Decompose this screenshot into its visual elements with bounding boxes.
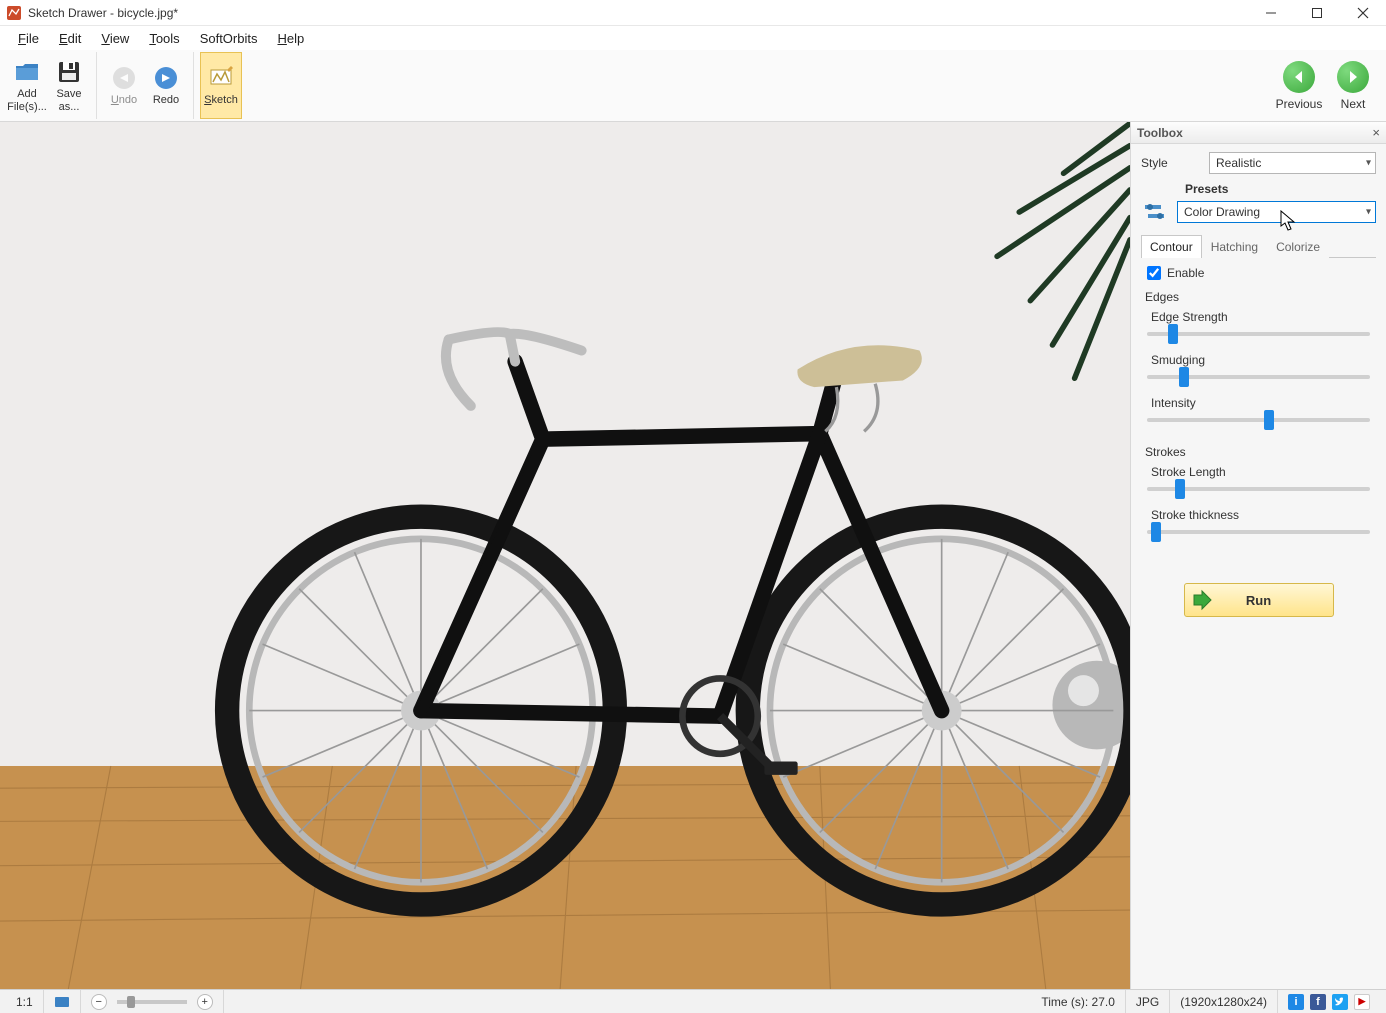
window-title: Sketch Drawer - bicycle.jpg* (28, 6, 1248, 20)
run-label: Run (1246, 593, 1271, 608)
statusbar: 1:1 − + Time (s): 27.0 JPG (1920x1280x24… (0, 989, 1386, 1013)
info-icon[interactable]: i (1288, 994, 1304, 1010)
add-files-label: Add File(s)... (7, 88, 47, 112)
smudging-label: Smudging (1151, 353, 1376, 367)
toolbox-header: Toolbox × (1131, 122, 1386, 144)
save-icon (55, 58, 83, 86)
undo-label: Undo (111, 94, 137, 106)
style-value: Realistic (1216, 156, 1261, 170)
titlebar: Sketch Drawer - bicycle.jpg* (0, 0, 1386, 26)
undo-button[interactable]: Undo (103, 52, 145, 119)
chevron-down-icon: ▾ (1366, 207, 1371, 218)
zoom-slider[interactable] (117, 1000, 187, 1004)
folder-add-icon (13, 58, 41, 86)
intensity-label: Intensity (1151, 396, 1376, 410)
save-as-label: Save as... (50, 88, 88, 112)
run-button[interactable]: Run (1184, 583, 1334, 617)
stroke-thickness-label: Stroke thickness (1151, 508, 1376, 522)
edge-strength-slider[interactable] (1147, 326, 1370, 342)
intensity-slider[interactable] (1147, 412, 1370, 428)
run-arrow-icon (1191, 589, 1213, 611)
edge-strength-label: Edge Strength (1151, 310, 1376, 324)
facebook-icon[interactable]: f (1310, 994, 1326, 1010)
add-files-button[interactable]: Add File(s)... (6, 52, 48, 119)
menu-softorbits[interactable]: SoftOrbits (190, 29, 268, 48)
toolbox-panel: Toolbox × Style Realistic ▾ Presets Colo… (1130, 122, 1386, 989)
next-icon (1337, 61, 1369, 93)
chevron-down-icon: ▾ (1366, 158, 1371, 169)
presets-icon (1141, 198, 1169, 226)
redo-label: Redo (153, 94, 179, 106)
sketch-icon (207, 64, 235, 92)
preset-value: Color Drawing (1184, 205, 1260, 219)
toolbar: Add File(s)... Save as... Undo Redo (0, 50, 1386, 122)
sketch-button[interactable]: Sketch (200, 52, 242, 119)
twitter-icon[interactable] (1332, 994, 1348, 1010)
menu-edit[interactable]: Edit (49, 29, 91, 48)
previous-icon (1283, 61, 1315, 93)
toolbox-title: Toolbox (1137, 126, 1183, 140)
toolbox-close-icon[interactable]: × (1372, 125, 1380, 140)
menubar: File Edit View Tools SoftOrbits Help (0, 26, 1386, 50)
previous-button[interactable]: Previous (1272, 52, 1326, 119)
maximize-button[interactable] (1294, 0, 1340, 26)
smudging-slider[interactable] (1147, 369, 1370, 385)
enable-label: Enable (1167, 266, 1204, 280)
fit-screen-button[interactable] (44, 990, 81, 1013)
menu-file[interactable]: File (8, 29, 49, 48)
edges-heading: Edges (1145, 290, 1376, 304)
preset-select[interactable]: Color Drawing ▾ (1177, 201, 1376, 223)
next-button[interactable]: Next (1326, 52, 1380, 119)
status-time: Time (s): 27.0 (1031, 990, 1126, 1013)
strokes-heading: Strokes (1145, 445, 1376, 459)
status-dimensions: (1920x1280x24) (1170, 990, 1278, 1013)
redo-icon (152, 64, 180, 92)
zoom-ratio[interactable]: 1:1 (6, 990, 44, 1013)
status-format: JPG (1126, 990, 1170, 1013)
style-label: Style (1141, 156, 1209, 170)
menu-view[interactable]: View (91, 29, 139, 48)
stroke-length-label: Stroke Length (1151, 465, 1376, 479)
main-area: Toolbox × Style Realistic ▾ Presets Colo… (0, 122, 1386, 989)
previous-label: Previous (1276, 97, 1323, 111)
canvas-area[interactable] (0, 122, 1130, 989)
canvas-image (0, 122, 1130, 989)
menu-help[interactable]: Help (267, 29, 314, 48)
zoom-out-button[interactable]: − (91, 994, 107, 1010)
window-controls (1248, 0, 1386, 26)
style-select[interactable]: Realistic ▾ (1209, 152, 1376, 174)
presets-label: Presets (1185, 182, 1376, 196)
enable-checkbox[interactable] (1147, 266, 1161, 280)
save-as-button[interactable]: Save as... (48, 52, 90, 119)
sketch-label: Sketch (204, 94, 238, 106)
menu-tools[interactable]: Tools (139, 29, 189, 48)
youtube-icon[interactable]: ▶ (1354, 994, 1370, 1010)
stroke-length-slider[interactable] (1147, 481, 1370, 497)
app-icon (6, 5, 22, 21)
zoom-in-button[interactable]: + (197, 994, 213, 1010)
tab-colorize[interactable]: Colorize (1267, 235, 1329, 258)
tab-hatching[interactable]: Hatching (1202, 235, 1267, 258)
undo-icon (110, 64, 138, 92)
redo-button[interactable]: Redo (145, 52, 187, 119)
next-label: Next (1341, 97, 1366, 111)
stroke-thickness-slider[interactable] (1147, 524, 1370, 540)
toolbox-tabs: Contour Hatching Colorize (1141, 234, 1376, 258)
close-button[interactable] (1340, 0, 1386, 26)
minimize-button[interactable] (1248, 0, 1294, 26)
tab-contour[interactable]: Contour (1141, 235, 1202, 258)
